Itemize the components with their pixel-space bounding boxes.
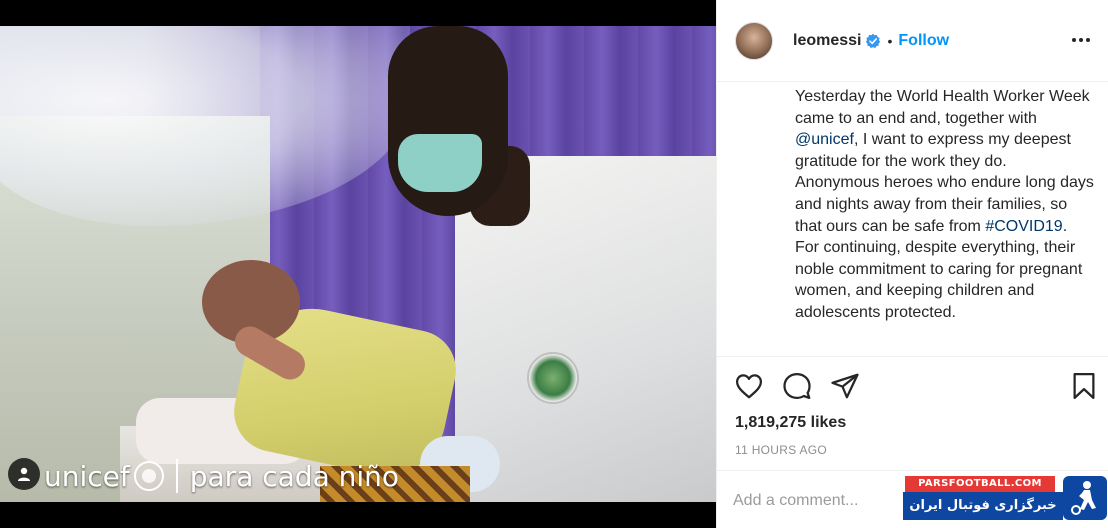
post-sidebar: leomessi • Follow Yesterday the World He… (716, 0, 1108, 528)
more-dot (1072, 38, 1076, 42)
avatar[interactable] (735, 21, 773, 60)
bookmark-icon[interactable] (1069, 371, 1099, 401)
follow-button[interactable]: Follow (898, 32, 949, 50)
caption-paragraph: Yesterday the World Health Worker Week c… (795, 86, 1095, 172)
watermark-divider (175, 459, 178, 493)
likes-count[interactable]: 1,819,275 likes (735, 414, 846, 432)
share-icon[interactable] (830, 371, 860, 401)
post-photo[interactable] (0, 26, 716, 502)
caption-paragraph: Anonymous heroes who endure long days an… (795, 172, 1095, 237)
caption-text: Yesterday the World Health Worker Week c… (795, 88, 1090, 127)
unicef-globe-icon (133, 461, 164, 491)
post-header: leomessi • Follow (717, 0, 1108, 82)
parsfootball-overlay: PARSFOOTBALL.COM خبرگزاری فوتبال ایران (903, 476, 1107, 524)
hashtag-link[interactable]: #COVID19 (985, 218, 1062, 235)
photo-face-mask (398, 134, 482, 192)
parsfootball-logo-icon (1063, 476, 1107, 520)
action-bar (717, 356, 1108, 416)
more-dot (1079, 38, 1083, 42)
player-silhouette (1071, 481, 1096, 515)
post-timestamp[interactable]: 11 HOURS AGO (735, 443, 827, 457)
comment-icon[interactable] (782, 371, 812, 401)
caption-text: For continuing, despite everything, thei… (795, 239, 1083, 321)
overlay-site-url: PARSFOOTBALL.COM (905, 476, 1055, 492)
watermark-brand: unicef (44, 459, 130, 493)
overlay-site-name: خبرگزاری فوتبال ایران (903, 492, 1063, 520)
heart-icon[interactable] (734, 371, 764, 401)
username-link[interactable]: leomessi (793, 32, 861, 50)
caption-paragraph: For continuing, despite everything, thei… (795, 237, 1095, 323)
more-options-icon[interactable] (1069, 30, 1093, 50)
user-tag-glyph (18, 467, 30, 481)
post-caption: Yesterday the World Health Worker Week c… (795, 86, 1095, 354)
photo-coat-badge (527, 352, 579, 404)
watermark-tagline: para cada niño (189, 459, 400, 493)
caption-text: . (1062, 217, 1068, 235)
mention-link[interactable]: @unicef (795, 131, 854, 148)
user-tag-icon[interactable] (8, 458, 40, 490)
unicef-watermark: unicef para cada niño (22, 454, 399, 498)
post-media[interactable]: unicef para cada niño (0, 0, 716, 528)
verified-badge-icon (866, 33, 881, 48)
header-separator: • (887, 32, 893, 49)
more-dot (1086, 38, 1090, 42)
